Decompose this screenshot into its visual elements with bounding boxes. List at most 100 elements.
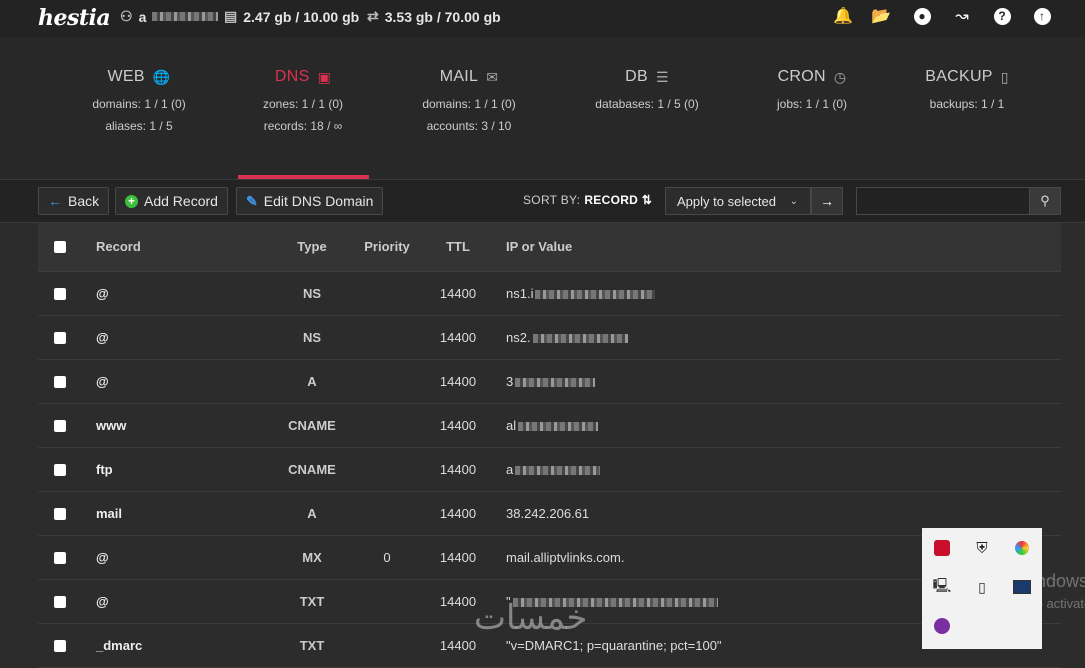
row-checkbox[interactable]	[54, 288, 66, 300]
user-icon[interactable]: ●	[912, 6, 932, 26]
record-ttl: 14400	[439, 550, 477, 565]
record-value: al	[506, 404, 599, 447]
row-checkbox[interactable]	[54, 552, 66, 564]
tab-dns[interactable]: DNS ▣ zones: 1 / 1 (0) records: 18 / ∞	[238, 37, 369, 179]
database-icon: ☰	[655, 68, 669, 85]
username: a	[138, 8, 147, 25]
row-checkbox[interactable]	[54, 332, 66, 344]
add-record-button[interactable]: + Add Record	[115, 187, 228, 215]
record-type: CNAME	[288, 462, 336, 477]
tab-mail[interactable]: MAIL ✉ domains: 1 / 1 (0) accounts: 3 / 1…	[404, 37, 534, 179]
table-row[interactable]: @ NS 14400 ns1.i	[38, 272, 1061, 316]
add-record-label: Add Record	[144, 193, 218, 209]
update-icon[interactable]: ↑	[1032, 6, 1052, 26]
record-name[interactable]: www	[96, 404, 126, 447]
watermark-text: خمسات	[474, 598, 588, 638]
file-icon: ▯	[1000, 68, 1009, 85]
record-value: ns1.i	[506, 272, 656, 315]
color-wheel-icon[interactable]	[1010, 536, 1034, 560]
record-name[interactable]: @	[96, 360, 109, 403]
row-checkbox[interactable]	[54, 508, 66, 520]
tab-backup[interactable]: BACKUP ▯ backups: 1 / 1	[902, 37, 1032, 179]
sort-by-control[interactable]: SORT BY: RECORD ⇅	[523, 193, 652, 207]
table-row[interactable]: mail A 14400 38.242.206.61	[38, 492, 1061, 536]
security-shield-icon[interactable]: ⛨	[970, 536, 994, 560]
disk-stat: ▤ 2.47 gb / 10.00 gb	[224, 8, 359, 25]
apply-bulk-button[interactable]: →	[811, 187, 843, 215]
search-button[interactable]: ⚲	[1029, 187, 1061, 215]
record-type: A	[307, 506, 317, 521]
tab-db[interactable]: DB ☰ databases: 1 / 5 (0)	[582, 37, 712, 179]
record-type: TXT	[299, 638, 325, 653]
sort-by-prefix: SORT BY:	[523, 193, 581, 207]
network-icon[interactable]: 🖳	[930, 575, 954, 599]
record-value: a	[506, 448, 601, 491]
record-name[interactable]: @	[96, 580, 109, 623]
usb-device-icon[interactable]: ▯	[970, 575, 994, 599]
record-name[interactable]: @	[96, 272, 109, 315]
tab-dns-line2: records: 18 / ∞	[263, 119, 343, 133]
redacted-value	[515, 466, 601, 476]
record-value: ns2.	[506, 316, 628, 359]
sort-direction-icon: ⇅	[641, 193, 653, 207]
header-ttl[interactable]: TTL	[434, 223, 482, 271]
disk-usage: 2.47 gb / 10.00 gb	[243, 8, 360, 25]
help-icon[interactable]: ?	[992, 6, 1012, 26]
row-checkbox[interactable]	[54, 596, 66, 608]
header-value[interactable]: IP or Value	[506, 223, 572, 271]
redacted-username	[152, 12, 219, 21]
record-name[interactable]: @	[96, 536, 109, 579]
back-button[interactable]: ← Back	[38, 187, 110, 215]
record-value-text: ns2.	[506, 330, 531, 345]
hestia-logo[interactable]: hestia	[38, 5, 111, 31]
table-row[interactable]: www CNAME 14400 al	[38, 404, 1061, 448]
tab-mail-label: MAIL	[439, 68, 479, 85]
table-row[interactable]: @ MX 0 14400 mail.alliptvlinks.com.	[38, 536, 1061, 580]
system-tray-popup: ⛨ 🖳 ▯	[922, 528, 1042, 649]
header-priority[interactable]: Priority	[364, 223, 410, 271]
record-name[interactable]: mail	[96, 492, 122, 535]
record-priority: 0	[383, 550, 391, 565]
tab-web-line2: aliases: 1 / 5	[105, 119, 173, 133]
header-type[interactable]: Type	[280, 223, 344, 271]
record-ttl: 14400	[439, 506, 477, 521]
tab-dns-label: DNS	[274, 68, 310, 85]
header-record[interactable]: Record	[96, 223, 141, 271]
record-ttl: 14400	[439, 462, 477, 477]
select-all-checkbox[interactable]	[54, 241, 66, 253]
main-nav: WEB 🌐 domains: 1 / 1 (0) aliases: 1 / 5 D…	[0, 37, 1085, 179]
stats-icon[interactable]: ↝	[952, 6, 972, 26]
edit-dns-domain-button[interactable]: ✎ Edit DNS Domain	[236, 187, 384, 215]
record-name[interactable]: ftp	[96, 448, 113, 491]
search-input[interactable]	[856, 187, 1030, 215]
record-type: NS	[302, 330, 322, 345]
tab-web-line1: domains: 1 / 1 (0)	[92, 97, 186, 111]
tab-dns-line1: zones: 1 / 1 (0)	[262, 97, 344, 111]
row-checkbox[interactable]	[54, 640, 66, 652]
row-checkbox[interactable]	[54, 420, 66, 432]
tab-cron[interactable]: CRON ◷ jobs: 1 / 1 (0)	[747, 37, 877, 179]
display-icon[interactable]	[1010, 575, 1034, 599]
table-row[interactable]: ftp CNAME 14400 a	[38, 448, 1061, 492]
redacted-value	[515, 378, 596, 388]
purple-app-icon[interactable]	[930, 614, 954, 638]
redacted-value	[535, 290, 656, 300]
row-checkbox[interactable]	[54, 376, 66, 388]
folder-icon[interactable]: 📂	[871, 6, 891, 26]
bell-icon[interactable]: 🔔	[833, 6, 853, 26]
tab-db-label: DB	[625, 68, 648, 85]
tab-web[interactable]: WEB 🌐 domains: 1 / 1 (0) aliases: 1 / 5	[74, 37, 204, 179]
globe-icon: 🌐	[152, 68, 171, 85]
bulk-action-select[interactable]: Apply to selected ⌄	[665, 187, 811, 215]
toolbar: ← Back + Add Record ✎ Edit DNS Domain SO…	[0, 179, 1085, 223]
row-checkbox[interactable]	[54, 464, 66, 476]
table-row[interactable]: @ NS 14400 ns2.	[38, 316, 1061, 360]
tray-app-icon[interactable]	[930, 536, 954, 560]
user-stat: ⚇ a	[120, 8, 219, 25]
record-type: A	[307, 374, 317, 389]
record-name[interactable]: _dmarc	[96, 624, 142, 667]
record-ttl: 14400	[439, 374, 477, 389]
record-name[interactable]: @	[96, 316, 109, 359]
table-row[interactable]: @ A 14400 3	[38, 360, 1061, 404]
record-ttl: 14400	[439, 418, 477, 433]
